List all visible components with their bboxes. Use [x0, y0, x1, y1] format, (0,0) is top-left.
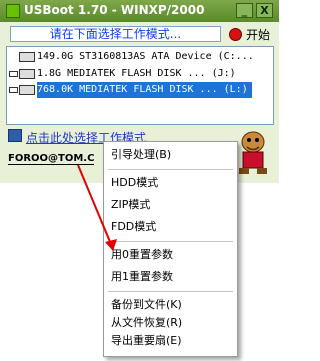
annotation-arrow-icon [77, 164, 117, 251]
